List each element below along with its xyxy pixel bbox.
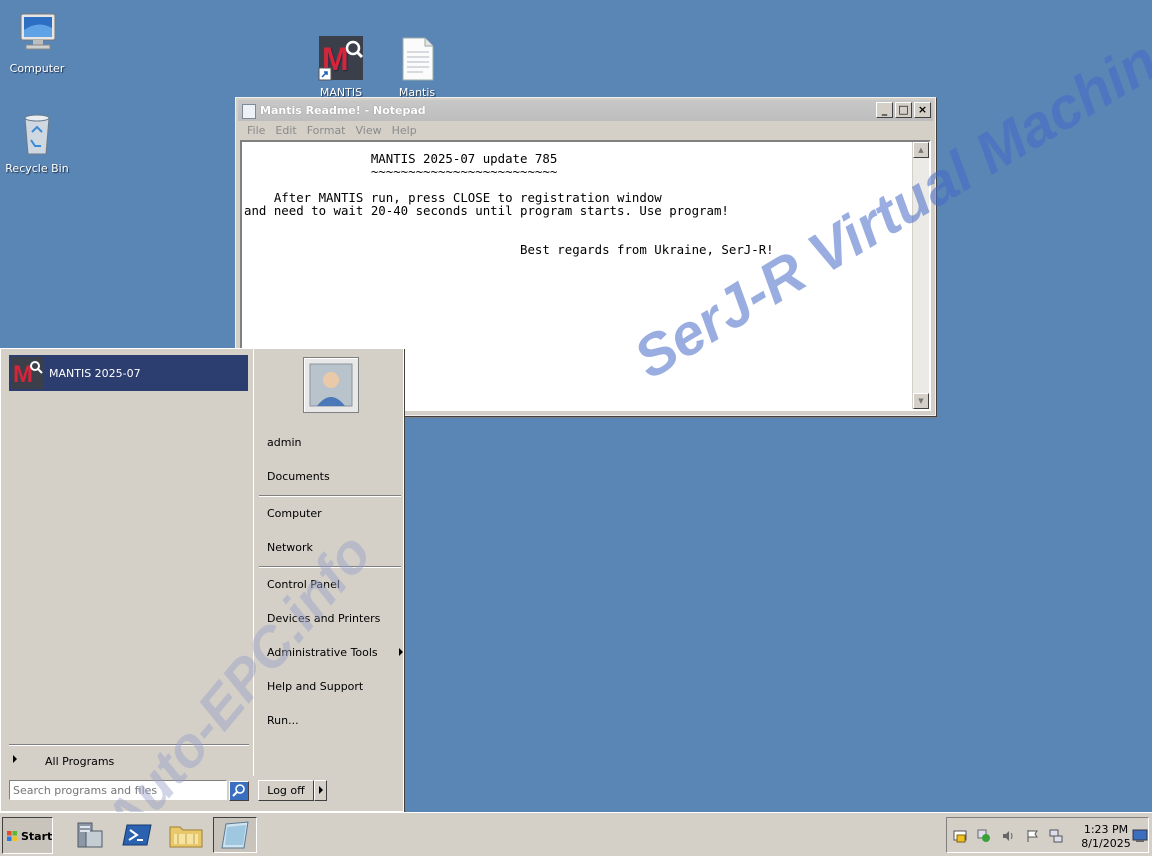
security-icon[interactable] (977, 829, 991, 843)
start-item-help-support[interactable]: Help and Support (267, 680, 403, 693)
user-icon (309, 363, 353, 407)
menu-file[interactable]: File (242, 121, 270, 139)
log-off-button[interactable]: Log off (258, 780, 314, 801)
start-item-documents[interactable]: Documents (267, 470, 403, 483)
menu-view[interactable]: View (351, 121, 387, 139)
divider (259, 495, 401, 497)
menu-format[interactable]: Format (302, 121, 351, 139)
taskbar-notepad[interactable] (213, 817, 257, 853)
server-manager-icon (77, 822, 103, 848)
window-title: Mantis Readme! - Notepad (260, 104, 426, 117)
computer-icon (13, 10, 61, 58)
mantis-icon: M (11, 357, 43, 392)
chevron-right-icon (399, 648, 403, 656)
log-off-group: Log off (258, 780, 327, 801)
notepad-icon (242, 104, 256, 119)
program-item-mantis[interactable]: M MANTIS 2025-07 (9, 355, 248, 391)
chevron-right-icon (13, 755, 17, 763)
scroll-down-icon[interactable]: ▼ (913, 393, 929, 409)
svg-text:M: M (13, 361, 33, 388)
clock-date: 8/1/2025 (1081, 837, 1131, 850)
clock[interactable]: 1:23 PM 8/1/2025 (1075, 823, 1137, 851)
all-programs-label: All Programs (45, 755, 115, 768)
mantis-shortcut-icon: M (317, 21, 365, 81)
explorer-icon (169, 826, 203, 848)
taskbar-explorer[interactable] (164, 817, 208, 853)
recycle-bin-icon (13, 110, 61, 158)
desktop-icon-label: Computer (9, 62, 65, 75)
search-button[interactable] (229, 781, 249, 801)
menu-help[interactable]: Help (387, 121, 422, 139)
shutdown-options-button[interactable] (314, 780, 327, 801)
notepad-icon (221, 821, 249, 849)
show-desktop-icon[interactable] (1132, 829, 1148, 843)
taskbar-server-manager[interactable] (66, 817, 110, 853)
search-icon (230, 782, 248, 800)
taskbar: Start 1:23 PM 8/1/2025 (0, 812, 1152, 856)
notepad-title-bar[interactable]: Mantis Readme! - Notepad _ □ × (238, 100, 933, 121)
clock-time: 1:23 PM (1083, 823, 1129, 836)
powershell-icon (122, 824, 152, 846)
start-item-computer[interactable]: Computer (267, 507, 403, 520)
start-item-run[interactable]: Run... (267, 714, 403, 727)
maximize-button[interactable]: □ (895, 102, 912, 118)
program-label: MANTIS 2025-07 (49, 367, 141, 380)
system-tray: 1:23 PM 8/1/2025 (946, 817, 1149, 853)
desktop-icon-computer[interactable]: Computer (0, 10, 74, 75)
close-button[interactable]: × (914, 102, 931, 118)
start-button[interactable]: Start (2, 817, 53, 854)
minimize-button[interactable]: _ (876, 102, 893, 118)
network-icon[interactable] (1049, 829, 1063, 843)
menu-edit[interactable]: Edit (270, 121, 301, 139)
desktop-icon-label: Recycle Bin (5, 162, 69, 175)
avatar[interactable] (303, 357, 359, 413)
menu-bar: File Edit Format View Help (238, 121, 933, 139)
text-file-icon (393, 21, 441, 81)
action-center-icon[interactable] (953, 829, 967, 843)
desktop-icon-recycle-bin[interactable]: Recycle Bin (0, 110, 74, 175)
start-label: Start (21, 830, 53, 843)
taskbar-powershell[interactable] (115, 817, 159, 853)
flag-icon[interactable] (1025, 829, 1039, 843)
start-item-admin[interactable]: admin (267, 436, 403, 449)
volume-icon[interactable] (1001, 829, 1015, 843)
windows-logo-icon (7, 831, 17, 841)
